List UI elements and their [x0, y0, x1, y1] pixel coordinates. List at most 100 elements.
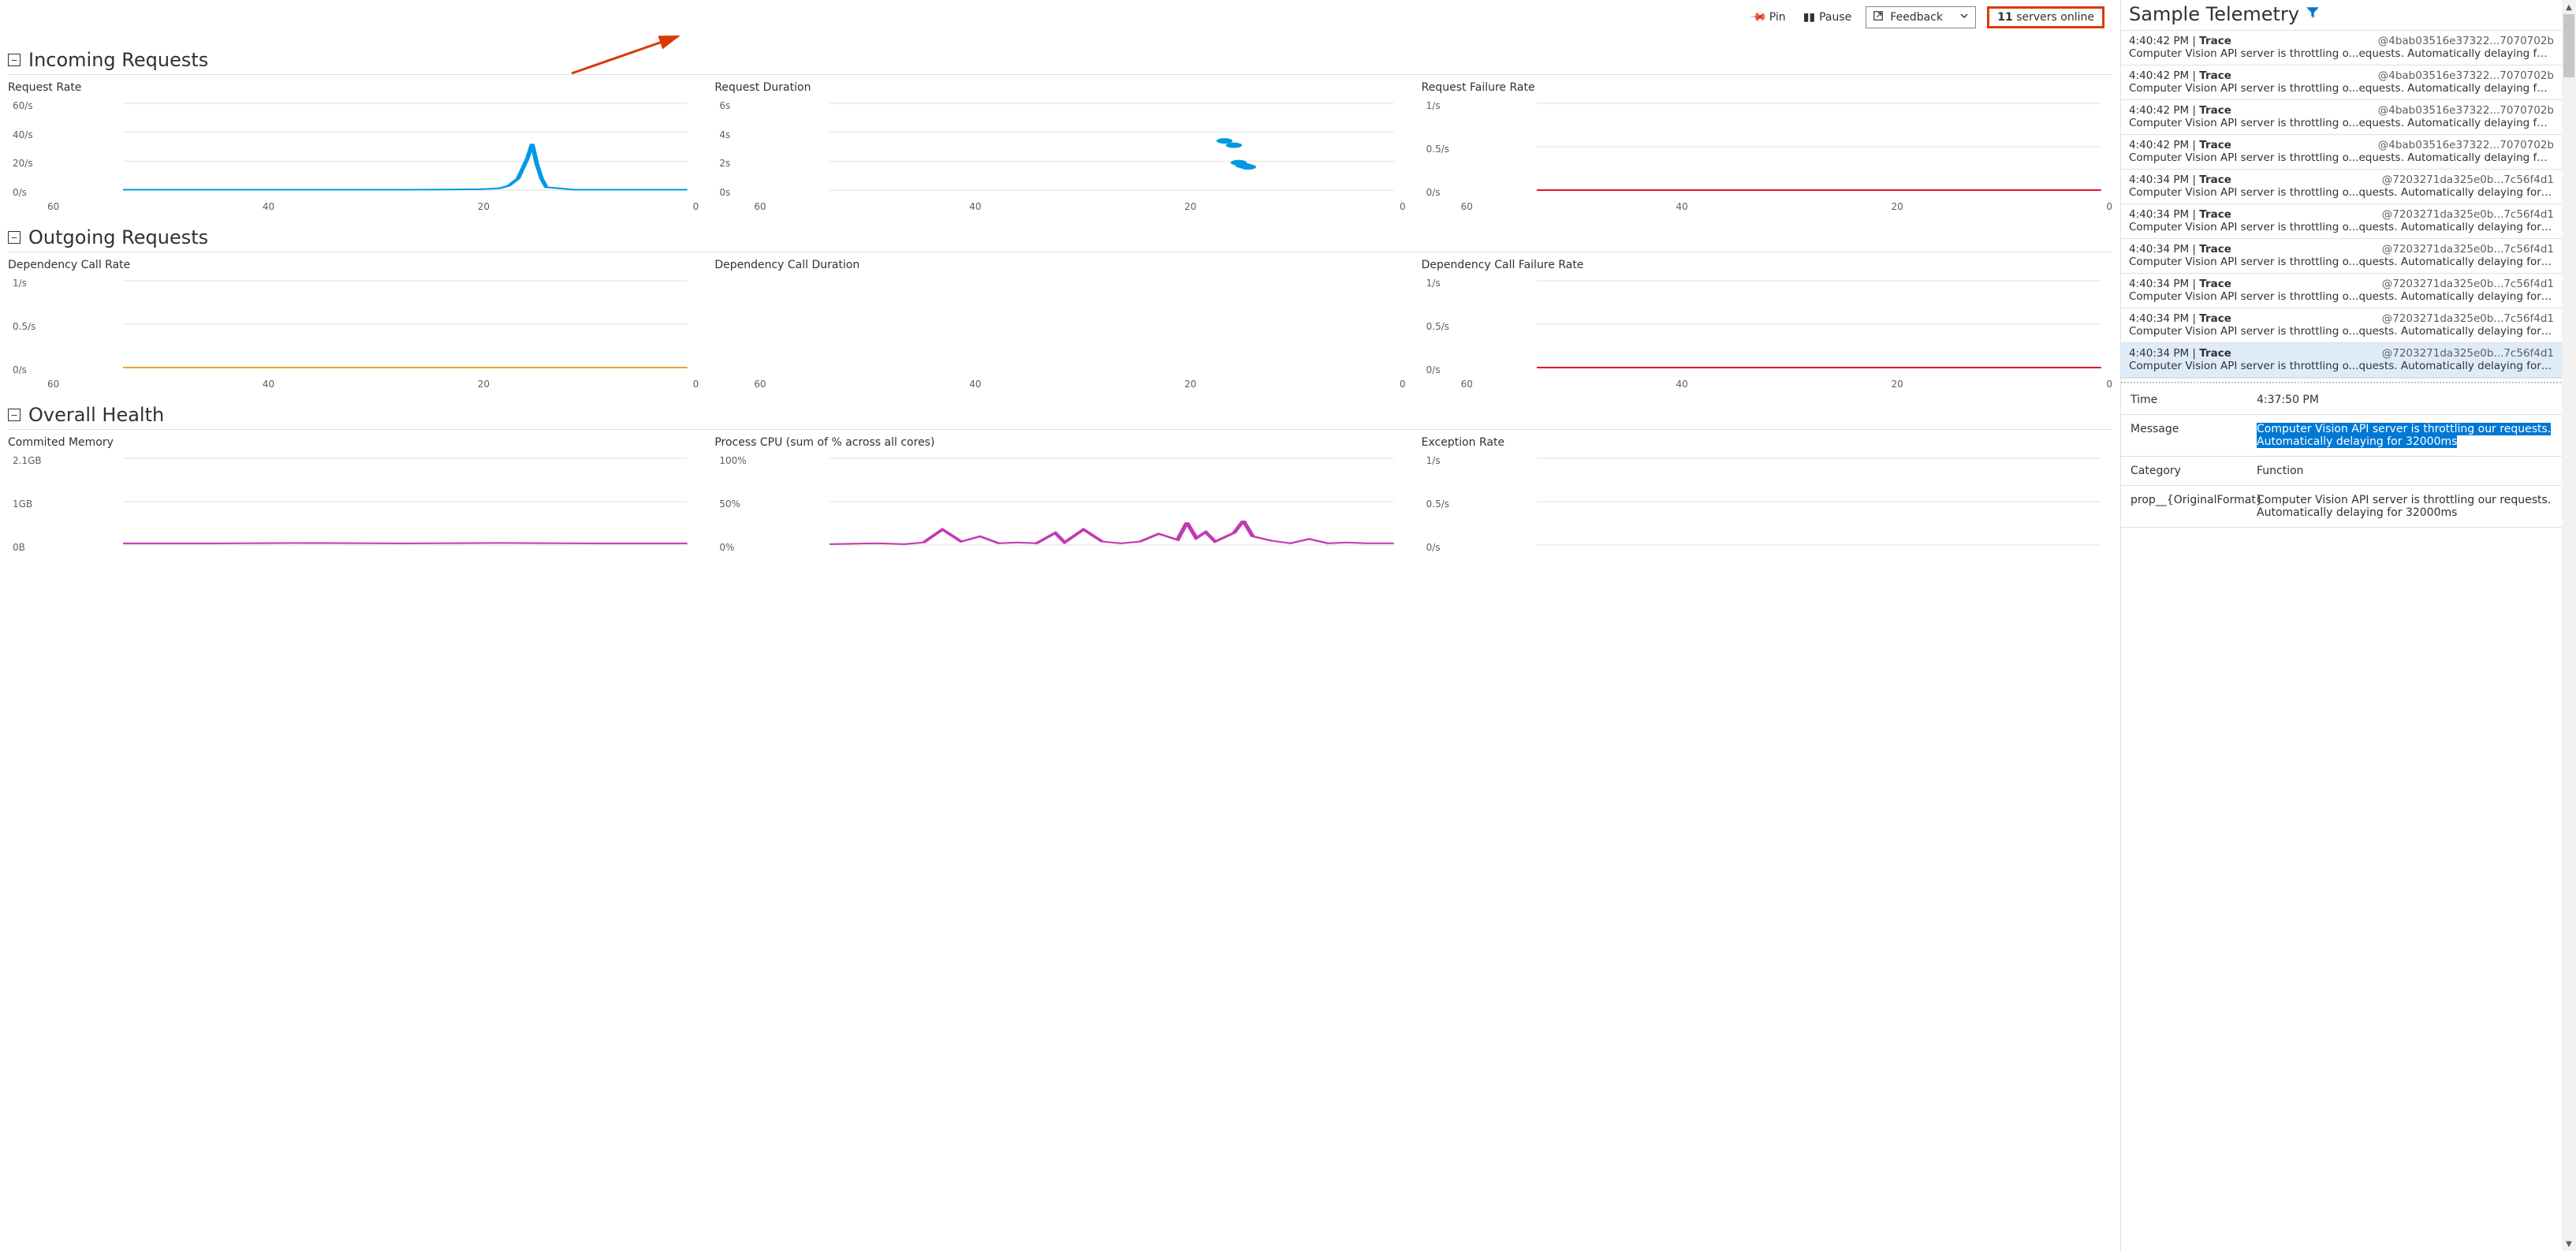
section: −Incoming RequestsRequest Rate60/s40/s20…: [8, 49, 2112, 212]
telemetry-row-header: 4:40:34 PM | Trace@7203271da325e0b...7c5…: [2129, 174, 2554, 186]
chart-body: 6s4s2s0s: [714, 97, 1405, 200]
servers-online-badge[interactable]: 11 servers online: [1987, 6, 2104, 28]
chart[interactable]: Dependency Call Duration6040200: [714, 259, 1405, 390]
y-tick-label: 0.5/s: [1426, 499, 1449, 510]
collapse-toggle[interactable]: −: [8, 231, 21, 244]
chart-title: Request Rate: [8, 81, 699, 94]
section: −Outgoing Requests Dependency Call Rate 1/…: [8, 226, 2112, 390]
telemetry-row[interactable]: 4:40:42 PM | Trace@4bab03516e37322...707…: [2121, 65, 2562, 100]
vertical-scrollbar[interactable]: ▲ ▼: [2562, 0, 2576, 1251]
telemetry-row[interactable]: 4:40:42 PM | Trace@4bab03516e37322...707…: [2121, 100, 2562, 135]
servers-label: servers online: [2013, 11, 2094, 24]
chart[interactable]: Dependency Call Failure Rate1/s0.5/s0/s6…: [1422, 259, 2112, 390]
detail-row-message: Message Computer Vision API server is th…: [2121, 415, 2562, 457]
pin-button[interactable]: 📌 Pin: [1748, 8, 1788, 27]
y-tick-label: 4s: [719, 129, 730, 140]
telemetry-row[interactable]: 4:40:42 PM | Trace@4bab03516e37322...707…: [2121, 135, 2562, 170]
telemetry-row[interactable]: 4:40:34 PM | Trace@7203271da325e0b...7c5…: [2121, 308, 2562, 343]
telemetry-time-type: 4:40:42 PM | Trace: [2129, 35, 2231, 47]
telemetry-message: Computer Vision API server is throttling…: [2129, 290, 2554, 303]
chart[interactable]: Process CPU (sum of % across all cores)1…: [714, 436, 1405, 555]
x-tick-label: 0: [693, 379, 699, 390]
chart[interactable]: Request Failure Rate1/s0.5/s0/s6040200: [1422, 81, 2112, 212]
section-title: Outgoing Requests: [28, 226, 208, 248]
y-tick-label: 0/s: [13, 187, 27, 198]
chart[interactable]: Request Rate60/s40/s20/s0/s6040200: [8, 81, 699, 212]
telemetry-hash: @7203271da325e0b...7c56f4d1: [2382, 243, 2554, 256]
y-tick-label: 1/s: [1426, 100, 1441, 111]
telemetry-row[interactable]: 4:40:42 PM | Trace @4bab03516e37322...707…: [2121, 31, 2562, 65]
section-header: −Outgoing Requests: [8, 226, 2112, 252]
x-tick-label: 40: [969, 201, 981, 212]
y-tick-label: 0/s: [1426, 542, 1441, 553]
telemetry-time-type: 4:40:34 PM | Trace: [2129, 208, 2231, 221]
x-tick-label: 0: [1400, 379, 1406, 390]
x-tick-label: 20: [478, 379, 490, 390]
pause-label: Pause: [1819, 11, 1851, 24]
servers-count: 11: [1997, 11, 2012, 24]
x-tick-label: 20: [478, 201, 490, 212]
feedback-dropdown[interactable]: Feedback: [1866, 6, 1976, 28]
chart-body: 1/s 0.5/s 0/s: [1422, 97, 2112, 200]
telemetry-row[interactable]: 4:40:34 PM | Trace@7203271da325e0b...7c5…: [2121, 343, 2562, 378]
telemetry-message: Computer Vision API server is throttling…: [2129, 151, 2554, 164]
scroll-down-arrow[interactable]: ▼: [2562, 1237, 2576, 1251]
telemetry-message: Computer Vision API server is throttling…: [2129, 325, 2554, 338]
y-tick-label: 60/s: [13, 100, 33, 111]
detail-value: Computer Vision API server is throttling…: [2257, 423, 2552, 448]
telemetry-hash: @7203271da325e0b...7c56f4d1: [2382, 347, 2554, 360]
telemetry-time-type: 4:40:34 PM | Trace: [2129, 278, 2231, 290]
chart-title: Process CPU (sum of % across all cores): [714, 436, 1405, 449]
telemetry-row-header: 4:40:42 PM | Trace@4bab03516e37322...707…: [2129, 69, 2554, 82]
y-tick-label: 0/s: [1426, 187, 1441, 198]
telemetry-row-header: 4:40:42 PM | Trace@4bab03516e37322...707…: [2129, 104, 2554, 117]
telemetry-row[interactable]: 4:40:34 PM | Trace@7203271da325e0b...7c5…: [2121, 274, 2562, 308]
scroll-thumb[interactable]: [2563, 14, 2574, 77]
y-tick-label: 0s: [719, 187, 730, 198]
chart[interactable]: Commited Memory2.1GB1GB0B: [8, 436, 699, 555]
telemetry-row-header: 4:40:42 PM | Trace@4bab03516e37322...707…: [2129, 139, 2554, 151]
chart-row: Commited Memory2.1GB1GB0BProcess CPU (su…: [8, 436, 2112, 555]
chart[interactable]: Exception Rate1/s0.5/s0/s: [1422, 436, 2112, 555]
telemetry-row[interactable]: 4:40:34 PM | Trace@7203271da325e0b...7c5…: [2121, 239, 2562, 274]
pin-label: Pin: [1769, 11, 1786, 24]
detail-value: 4:37:50 PM: [2257, 394, 2552, 406]
chart-body: 1/s0.5/s0/s: [1422, 452, 2112, 555]
chart-title: Dependency Call Rate: [8, 259, 699, 271]
resize-grip[interactable]: [2121, 378, 2562, 386]
filter-icon[interactable]: [2306, 6, 2320, 23]
chart[interactable]: Dependency Call Rate1/s0.5/s0/s6040200: [8, 259, 699, 390]
pause-icon: ▮▮: [1803, 11, 1815, 24]
telemetry-detail: Time 4:37:50 PM Message Computer Vision …: [2121, 386, 2562, 1251]
collapse-toggle[interactable]: −: [8, 409, 21, 421]
y-tick-label: 0.5/s: [1426, 144, 1449, 155]
telemetry-time-type: 4:40:42 PM | Trace: [2129, 139, 2231, 151]
telemetry-message: Computer Vision API server is throttling…: [2129, 47, 2554, 60]
chart-body: 1/s0.5/s0/s: [8, 274, 699, 377]
y-tick-label: 0%: [719, 542, 734, 553]
chart[interactable]: Request Duration6s4s2s0s6040200: [714, 81, 1405, 212]
scroll-up-arrow[interactable]: ▲: [2562, 0, 2576, 14]
detail-row-time: Time 4:37:50 PM: [2121, 386, 2562, 415]
collapse-toggle[interactable]: −: [8, 54, 21, 66]
detail-row-category: Category Function: [2121, 457, 2562, 486]
chart-title: Dependency Call Duration: [714, 259, 1405, 271]
telemetry-row-header: 4:40:34 PM | Trace@7203271da325e0b...7c5…: [2129, 243, 2554, 256]
chart-body: 2.1GB1GB0B: [8, 452, 699, 555]
telemetry-message: Computer Vision API server is throttling…: [2129, 221, 2554, 233]
y-tick-label: 6s: [719, 100, 730, 111]
chart-body: 1/s0.5/s0/s: [1422, 274, 2112, 377]
x-tick-label: 20: [1184, 379, 1196, 390]
telemetry-row[interactable]: 4:40:34 PM | Trace@7203271da325e0b...7c5…: [2121, 170, 2562, 204]
x-tick-label: 60: [1461, 379, 1473, 390]
telemetry-list[interactable]: 4:40:42 PM | Trace @4bab03516e37322...707…: [2121, 31, 2562, 378]
telemetry-hash: @4bab03516e37322...7070702b: [2378, 35, 2554, 47]
telemetry-row-header: 4:40:34 PM | Trace@7203271da325e0b...7c5…: [2129, 347, 2554, 360]
telemetry-row[interactable]: 4:40:34 PM | Trace@7203271da325e0b...7c5…: [2121, 204, 2562, 239]
x-tick-label: 20: [1891, 201, 1903, 212]
x-axis: 6040200: [1422, 200, 2112, 212]
pause-button[interactable]: ▮▮ Pause: [1800, 8, 1855, 27]
pin-icon: 📌: [1749, 8, 1768, 27]
feedback-label: Feedback: [1890, 11, 1943, 24]
scroll-track[interactable]: [2562, 14, 2576, 1237]
